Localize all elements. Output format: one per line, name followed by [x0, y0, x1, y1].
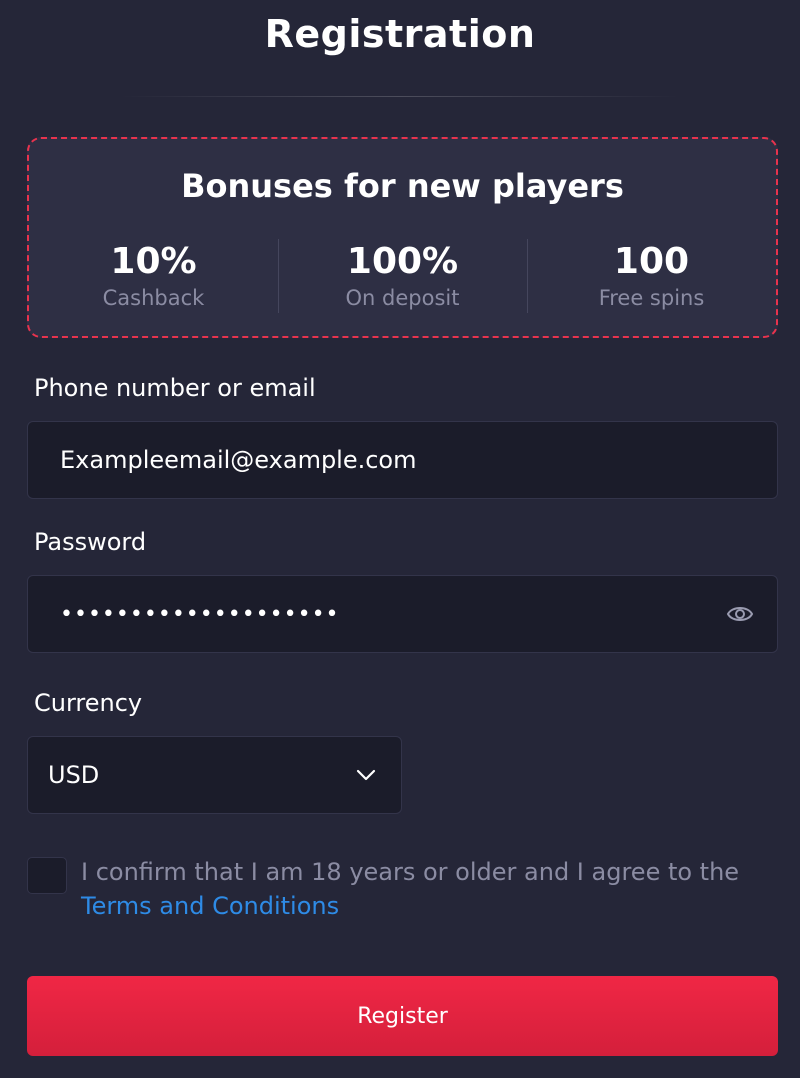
bonus-deposit: 100% On deposit: [278, 239, 527, 315]
bonus-banner: Bonuses for new players 10% Cashback 100…: [27, 137, 778, 338]
bonus-deposit-value: 100%: [346, 241, 459, 282]
chevron-down-icon: [353, 762, 379, 788]
currency-value: USD: [48, 761, 100, 789]
contact-label: Phone number or email: [34, 374, 316, 402]
consent-text: I confirm that I am 18 years or older an…: [81, 858, 740, 886]
bonus-cashback: 10% Cashback: [29, 239, 278, 315]
register-button[interactable]: Register: [27, 976, 778, 1056]
contact-input[interactable]: [60, 446, 777, 474]
bonus-cashback-value: 10%: [110, 241, 197, 282]
bonus-stats: 10% Cashback 100% On deposit 100 Free sp…: [29, 239, 776, 315]
bonus-free-spins: 100 Free spins: [527, 239, 776, 315]
password-field[interactable]: ••••••••••••••••••••: [27, 575, 778, 653]
eye-icon[interactable]: [725, 599, 755, 629]
bonus-free-spins-value: 100: [613, 241, 690, 282]
consent-text-block: I confirm that I am 18 years or older an…: [81, 855, 781, 923]
terms-link[interactable]: Terms and Conditions: [81, 892, 339, 920]
age-consent-checkbox[interactable]: [27, 857, 67, 894]
currency-select[interactable]: USD: [27, 736, 402, 814]
bonus-title: Bonuses for new players: [181, 167, 624, 205]
page-title: Registration: [264, 12, 536, 56]
bonus-cashback-label: Cashback: [102, 286, 205, 310]
bonus-deposit-label: On deposit: [345, 286, 460, 310]
password-input[interactable]: ••••••••••••••••••••: [60, 602, 725, 627]
contact-field[interactable]: [27, 421, 778, 499]
bonus-free-spins-label: Free spins: [598, 286, 705, 310]
password-label: Password: [34, 528, 147, 556]
title-divider: [120, 96, 680, 97]
currency-label: Currency: [34, 689, 143, 717]
